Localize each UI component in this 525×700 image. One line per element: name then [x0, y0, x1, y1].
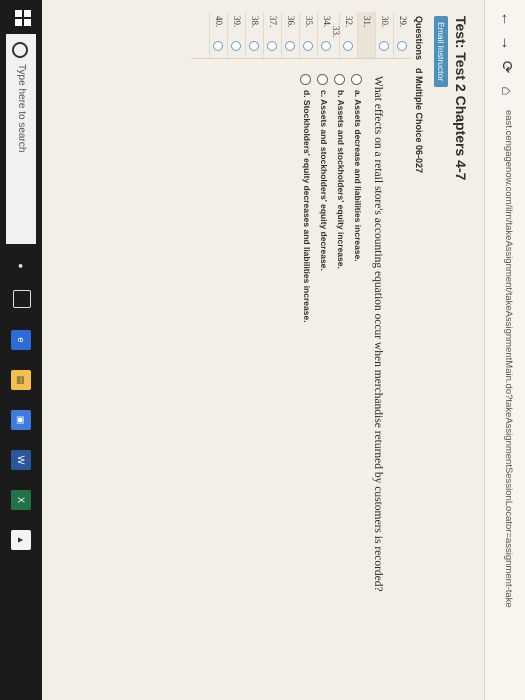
- laptop-screen: ← → ⟳ ⌂ east.cengagenow.com/ilrn/takeAss…: [0, 0, 525, 700]
- status-circle-icon: [249, 41, 259, 51]
- question-nav-item[interactable]: 38.: [245, 12, 263, 58]
- question-number: 34.: [322, 16, 332, 28]
- radio-button[interactable]: [334, 74, 345, 85]
- question-nav-item[interactable]: 40.: [209, 12, 227, 58]
- answer-option-label: a. Assets decrease and liabilities incre…: [353, 90, 363, 262]
- question-number: 36.: [286, 16, 296, 28]
- windows-taskbar: Type here to search ● e ▤ ▣ W X ▲: [0, 0, 42, 700]
- question-number: 29.: [398, 16, 408, 28]
- email-instructor-button[interactable]: Email Instructor: [434, 16, 448, 88]
- microphone-icon[interactable]: ●: [11, 256, 31, 276]
- question-number: 37.: [268, 16, 278, 28]
- forward-icon[interactable]: →: [495, 32, 517, 54]
- word-icon[interactable]: W: [11, 450, 31, 470]
- answer-option-label: b. Assets and stockholders' equity incre…: [336, 90, 346, 269]
- question-number: 35.: [304, 16, 314, 28]
- question-number: 31.: [362, 16, 372, 28]
- question-nav-item[interactable]: 31.: [357, 12, 375, 58]
- question-number: 40.: [214, 16, 224, 28]
- question-number: 39.: [232, 16, 242, 28]
- radio-button[interactable]: [317, 74, 328, 85]
- question-nav-item[interactable]: 36.: [281, 12, 299, 58]
- question-nav-item[interactable]: 30.: [375, 12, 393, 58]
- status-circle-icon: [321, 41, 331, 51]
- radio-button[interactable]: [351, 74, 362, 85]
- status-circle-icon: [213, 41, 223, 51]
- question-number: 38.: [250, 16, 260, 28]
- page-title: Test: Test 2 Chapters 4-7: [453, 16, 469, 181]
- cortana-icon: [12, 42, 28, 58]
- photos-icon[interactable]: ▲: [11, 530, 31, 550]
- back-icon[interactable]: ←: [495, 8, 517, 30]
- task-view-icon[interactable]: [13, 290, 31, 308]
- windows-icon[interactable]: [11, 8, 31, 28]
- questions-header: Questions: [414, 16, 424, 61]
- question-navigator: 29. 30. 31. 32. 33. 34. 35. 36. 37. 38. …: [191, 12, 411, 59]
- question-nav-item[interactable]: 37.: [263, 12, 281, 58]
- question-nav-item[interactable]: 29.: [393, 12, 411, 58]
- question-nav-item[interactable]: 39.: [227, 12, 245, 58]
- radio-button[interactable]: [300, 74, 311, 85]
- excel-icon[interactable]: X: [11, 490, 31, 510]
- status-circle-icon: [231, 41, 241, 51]
- home-icon[interactable]: ⌂: [495, 80, 517, 102]
- edge-icon[interactable]: e: [11, 330, 31, 350]
- status-circle-icon: [397, 41, 407, 51]
- taskbar-search-box[interactable]: Type here to search: [6, 34, 36, 244]
- question-nav-item[interactable]: 34.: [317, 12, 335, 58]
- address-bar[interactable]: east.cengagenow.com/ilrn/takeAssignment/…: [496, 110, 514, 670]
- question-number: 30.: [380, 16, 390, 28]
- browser-toolbar: ← → ⟳ ⌂ east.cengagenow.com/ilrn/takeAss…: [484, 0, 525, 700]
- status-circle-icon: [285, 41, 295, 51]
- file-explorer-icon[interactable]: ▤: [11, 370, 31, 390]
- search-placeholder: Type here to search: [16, 64, 27, 153]
- question-nav-item[interactable]: 35.: [299, 12, 317, 58]
- store-icon[interactable]: ▣: [11, 410, 31, 430]
- status-circle-icon: [303, 41, 313, 51]
- rotated-browser-window: ← → ⟳ ⌂ east.cengagenow.com/ilrn/takeAss…: [0, 0, 525, 700]
- status-circle-icon: [267, 41, 277, 51]
- answer-option-label: c. Assets and stockholders' equity decre…: [319, 90, 329, 271]
- question-prompt: What effects on a retail store's account…: [372, 76, 384, 592]
- answer-option-label: d. Stockholders' equity decreases and li…: [302, 90, 312, 323]
- question-type-label: d Multiple Choice 06-027: [414, 68, 424, 174]
- refresh-icon[interactable]: ⟳: [495, 56, 517, 78]
- status-circle-icon: [379, 41, 389, 51]
